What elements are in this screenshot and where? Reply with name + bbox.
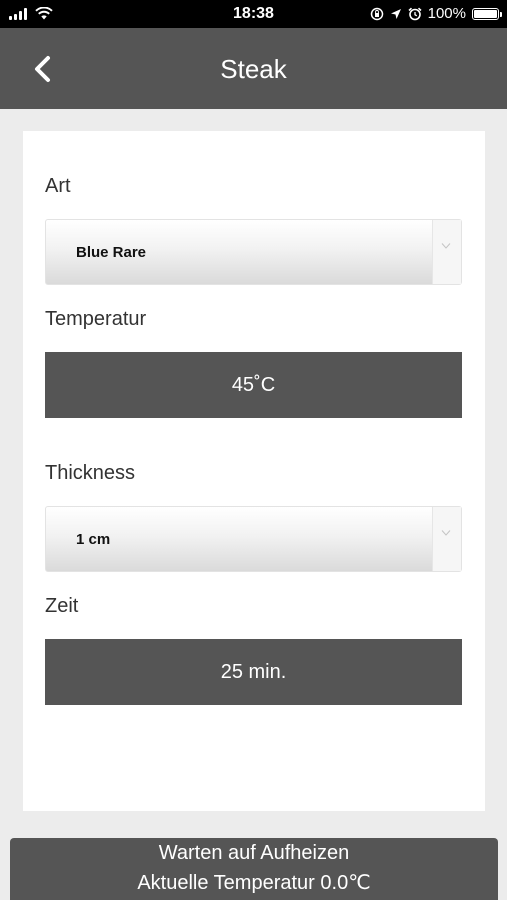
art-select-value: Blue Rare <box>76 244 147 261</box>
current-temperature-text: Aktuelle Temperatur 0.0℃ <box>137 872 371 894</box>
art-select[interactable]: Blue Rare <box>45 219 462 285</box>
orientation-lock-icon <box>370 7 383 20</box>
location-icon <box>390 8 401 19</box>
thickness-label: Thickness <box>45 462 136 484</box>
chevron-down-icon <box>441 243 451 249</box>
chevron-down-icon <box>441 530 451 536</box>
thickness-select-value: 1 cm <box>76 531 111 548</box>
heating-status-text: Warten auf Aufheizen <box>158 842 350 864</box>
battery-icon <box>472 7 502 20</box>
status-right: 100% <box>370 5 502 22</box>
battery-percentage: 100% <box>427 5 466 22</box>
temperatur-value[interactable]: 45˚C <box>45 352 462 418</box>
thickness-select[interactable]: 1 cm <box>45 506 462 572</box>
page-title: Steak <box>220 54 287 84</box>
alarm-icon <box>408 7 422 20</box>
art-select-arrow <box>432 220 461 284</box>
zeit-value[interactable]: 25 min. <box>45 639 462 705</box>
settings-card: Art Blue Rare Temperatur 45˚C Thickness … <box>23 131 485 811</box>
zeit-label: Zeit <box>45 595 79 617</box>
art-label: Art <box>45 175 71 197</box>
navigation-bar: Steak <box>0 28 507 109</box>
thickness-select-arrow <box>432 507 461 571</box>
temperatur-label: Temperatur <box>45 308 147 330</box>
status-bar: 18:38 100% <box>0 0 507 28</box>
status-footer: Warten auf Aufheizen Aktuelle Temperatur… <box>10 838 498 900</box>
